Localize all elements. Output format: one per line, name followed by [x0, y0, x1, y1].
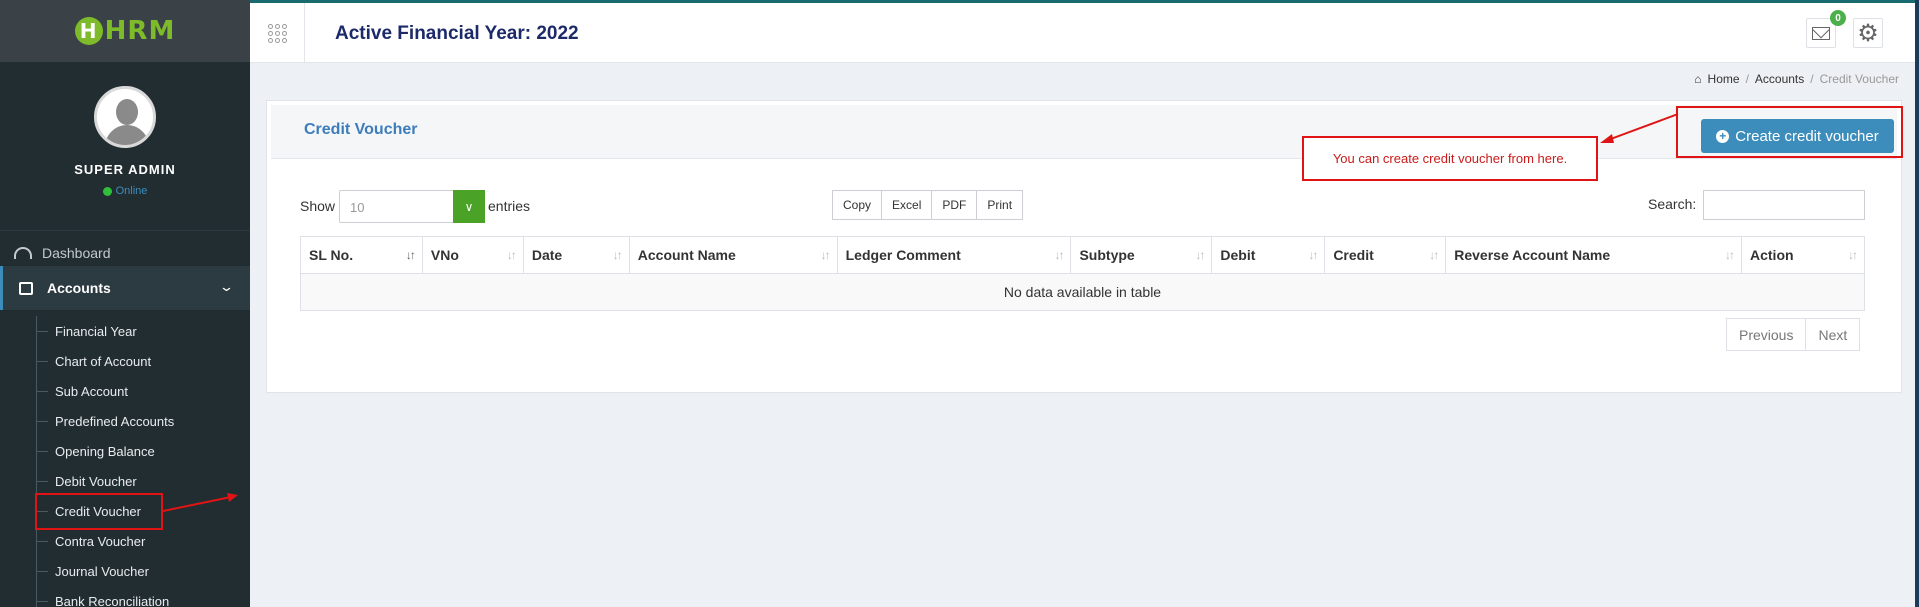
gear-icon: ⚙ — [1857, 19, 1879, 47]
apps-grid-icon — [267, 23, 287, 43]
credit-voucher-table: SL No. ↓↑ VNo ↓↑ Date ↓↑ Account Name ↓↑ Led… — [300, 236, 1865, 311]
previous-page-button[interactable]: Previous — [1726, 318, 1807, 351]
credit-voucher-highlight — [35, 493, 163, 530]
online-status: Online — [102, 185, 148, 197]
copy-button[interactable]: Copy — [832, 190, 883, 220]
breadcrumb-accounts[interactable]: Accounts — [1755, 72, 1804, 86]
sort-icon: ↓↑ — [1725, 248, 1735, 262]
col-account-name[interactable]: Account Name ↓↑ — [628, 236, 838, 274]
messages-badge: 0 — [1830, 10, 1846, 26]
sort-icon: ↓↑ — [1308, 248, 1318, 262]
next-page-button[interactable]: Next — [1805, 318, 1861, 351]
col-sl-no[interactable]: SL No. ↓↑ — [300, 236, 423, 274]
sort-icon: ↓↑ — [1848, 248, 1858, 262]
col-reverse-account-name[interactable]: Reverse Account Name ↓↑ — [1445, 236, 1742, 274]
logo-mark: H — [74, 17, 103, 45]
logo-text: HRM — [104, 16, 176, 46]
user-profile: SUPER ADMIN Online — [0, 62, 250, 222]
table-controls: Show 10 ∨ entries Copy Excel PDF Print S… — [300, 190, 1865, 224]
annotation-arrow — [1600, 113, 1679, 143]
annotation-callout: You can create credit voucher from here. — [1302, 136, 1598, 181]
panel-title: Credit Voucher — [304, 121, 418, 138]
home-icon: ⌂ — [1694, 72, 1702, 86]
chevron-down-icon: ⌄ — [218, 279, 235, 294]
page-size-select[interactable]: 10 ∨ — [339, 190, 485, 223]
sidebar-item-accounts[interactable]: Accounts ⌄ — [0, 266, 250, 310]
sidebar-item-financial-year[interactable]: Financial Year — [0, 316, 250, 346]
sort-icon: ↓↑ — [612, 248, 623, 262]
col-date[interactable]: Date ↓↑ — [522, 236, 630, 274]
table-row: No data available in table — [300, 273, 1865, 311]
settings-button[interactable]: ⚙ — [1853, 18, 1883, 48]
breadcrumb-separator: / — [1810, 72, 1814, 86]
col-action[interactable]: Action ↓↑ — [1741, 236, 1865, 274]
excel-button[interactable]: Excel — [881, 190, 933, 220]
col-ledger-comment[interactable]: Ledger Comment ↓↑ — [836, 236, 1072, 274]
col-subtype[interactable]: Subtype ↓↑ — [1070, 236, 1213, 274]
avatar[interactable] — [94, 86, 156, 148]
breadcrumb-home[interactable]: Home — [1708, 72, 1740, 86]
show-label: Show — [300, 198, 336, 214]
sidebar-item-bank-reconciliation[interactable]: Bank Reconciliation — [0, 586, 250, 607]
annotation-arrow — [163, 493, 238, 512]
envelope-icon — [1812, 26, 1830, 40]
sidebar-item-opening-balance[interactable]: Opening Balance — [0, 436, 250, 466]
search-label: Search: — [1648, 196, 1697, 212]
pdf-button[interactable]: PDF — [931, 190, 978, 220]
entries-label: entries — [488, 198, 531, 214]
online-dot-icon — [102, 186, 112, 196]
breadcrumb-separator: / — [1745, 72, 1749, 86]
col-vno[interactable]: VNo ↓↑ — [421, 236, 524, 274]
sidebar-item-sub-account[interactable]: Sub Account — [0, 376, 250, 406]
sort-asc-icon: ↓↑ — [405, 248, 416, 262]
sort-icon: ↓↑ — [506, 248, 517, 262]
sidebar-item-label: Dashboard — [42, 244, 111, 261]
breadcrumb-current: Credit Voucher — [1819, 72, 1899, 86]
accounts-submenu: Financial Year Chart of Account Sub Acco… — [0, 316, 250, 607]
dashboard-icon — [14, 246, 32, 259]
logo-bar: H HRM — [0, 0, 250, 62]
page-scrollbar[interactable] — [1915, 0, 1919, 607]
sidebar-item-predefined-accounts[interactable]: Predefined Accounts — [0, 406, 250, 436]
briefcase-icon — [19, 281, 33, 295]
sort-icon: ↓↑ — [1054, 248, 1064, 262]
sidebar-item-journal-voucher[interactable]: Journal Voucher — [0, 556, 250, 586]
profile-name: SUPER ADMIN — [74, 162, 176, 177]
chevron-down-icon: ∨ — [453, 190, 485, 223]
col-debit[interactable]: Debit ↓↑ — [1211, 236, 1326, 274]
sidebar-item-debit-voucher[interactable]: Debit Voucher — [0, 466, 250, 496]
col-credit[interactable]: Credit ↓↑ — [1324, 236, 1447, 274]
sidebar-item-chart-of-account[interactable]: Chart of Account — [0, 346, 250, 376]
pagination: Previous Next — [1726, 318, 1861, 351]
print-button[interactable]: Print — [976, 190, 1024, 220]
sidebar-item-label: Accounts — [47, 280, 111, 296]
sort-icon: ↓↑ — [820, 248, 831, 262]
apps-menu-button[interactable] — [250, 3, 305, 63]
page-title: Active Financial Year: 2022 — [335, 23, 579, 44]
breadcrumb: ⌂ Home / Accounts / Credit Voucher — [1694, 72, 1899, 86]
export-buttons: Copy Excel PDF Print — [832, 190, 1024, 220]
app-logo[interactable]: H HRM — [74, 16, 176, 46]
sort-icon: ↓↑ — [1195, 248, 1205, 262]
empty-table-message: No data available in table — [300, 273, 1865, 311]
search-input[interactable] — [1703, 190, 1865, 220]
online-status-label: Online — [115, 185, 148, 197]
sort-icon: ↓↑ — [1429, 248, 1439, 262]
create-button-highlight — [1676, 106, 1903, 158]
table-header-row: SL No. ↓↑ VNo ↓↑ Date ↓↑ Account Name ↓↑ Led… — [300, 236, 1865, 274]
page-size-value: 10 — [350, 200, 365, 215]
sidebar-item-contra-voucher[interactable]: Contra Voucher — [0, 526, 250, 556]
topbar: Active Financial Year: 2022 0 ⚙ — [250, 0, 1919, 63]
